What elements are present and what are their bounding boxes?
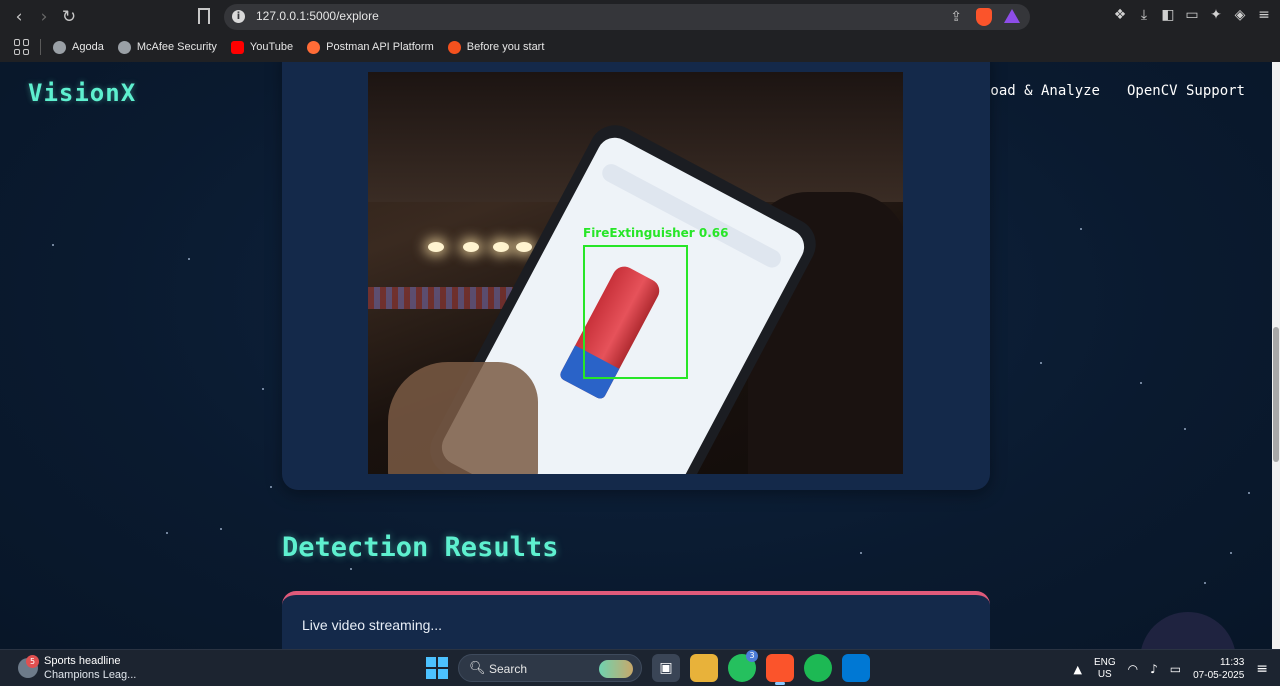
news-title: Sports headline (44, 655, 121, 667)
clock-time: 11:33 (1219, 657, 1245, 668)
video-stream: FireExtinguisher 0.66 (368, 72, 903, 474)
brave-browser-icon[interactable] (766, 654, 794, 685)
share-icon[interactable]: ⇪ (950, 9, 962, 25)
address-url[interactable]: 127.0.0.1:5000/explore (256, 9, 379, 23)
results-status: Live video streaming... (302, 617, 443, 633)
forward-icon[interactable]: › (33, 6, 55, 28)
results-heading: Detection Results (282, 532, 559, 563)
show-hidden-icons-icon[interactable]: ▲ (1073, 663, 1081, 676)
windows-start-icon[interactable] (426, 657, 448, 679)
nav-opencv-support[interactable]: OpenCV Support (1127, 83, 1245, 99)
search-placeholder: Search (489, 662, 528, 676)
notifications-icon[interactable]: ≡ (1256, 661, 1268, 677)
windows-taskbar: 5 Sports headline Champions Leag... 🔍︎ S… (0, 649, 1280, 686)
bookmark-before-you-start[interactable]: Before you start (447, 40, 545, 54)
postman-icon (307, 40, 321, 54)
file-explorer-icon[interactable] (690, 654, 718, 682)
youtube-icon (230, 40, 244, 54)
browser-right-tools: ❖ ⤓ ◧ ▭ ✦ ◈ ≡ (1112, 7, 1272, 27)
news-widget[interactable]: 5 Sports headline Champions Leag... (18, 654, 136, 682)
downloads-icon[interactable]: ⤓ (1136, 7, 1152, 23)
clock[interactable]: 11:33 07-05-2025 (1193, 656, 1244, 682)
search-icon: 🔍︎ (469, 661, 486, 676)
apps-grid-icon[interactable] (14, 39, 30, 55)
bookmark-youtube[interactable]: YouTube (230, 40, 294, 54)
extensions-icon[interactable]: ❖ (1112, 7, 1128, 23)
bookmark-label: Before you start (466, 41, 545, 53)
vpn-icon[interactable]: ◈ (1232, 7, 1248, 23)
volume-icon[interactable]: ♪ (1150, 662, 1158, 676)
bookmark-label: McAfee Security (136, 41, 217, 53)
results-card: Live video streaming... (282, 591, 990, 649)
bookmark-page-icon[interactable] (198, 8, 210, 24)
search-highlight-icon (599, 660, 633, 678)
bookmark-agoda[interactable]: Agoda (53, 40, 104, 54)
whatsapp-icon[interactable]: 3 (728, 650, 758, 682)
bookmark-label: Postman API Platform (326, 41, 434, 53)
page-scrollbar[interactable] (1272, 62, 1280, 649)
system-tray: ▲ ENG US ◠ ♪ ▭ 11:33 07-05-2025 ≡ (1073, 656, 1268, 682)
page-viewport: VisionX Upload & Analyze OpenCV Support … (0, 62, 1272, 649)
vscode-icon[interactable] (842, 654, 870, 682)
taskbar-search[interactable]: 🔍︎ Search (458, 654, 642, 682)
browser-toolbar: ‹ › ↻ i 127.0.0.1:5000/explore ⇪ ❖ ⤓ ◧ ▭… (0, 0, 1280, 34)
wallet-icon[interactable]: ▭ (1184, 7, 1200, 23)
news-badge: 5 (26, 655, 39, 668)
clock-date: 07-05-2025 (1193, 670, 1245, 681)
taskbar-apps: 🔍︎ Search ▣ 3 (426, 650, 870, 685)
bookmark-label: Agoda (72, 41, 104, 53)
brave-logo-icon (447, 40, 461, 54)
language-indicator[interactable]: ENG US (1094, 657, 1116, 681)
brave-shields-icon[interactable] (976, 8, 992, 26)
browser-chrome: ‹ › ↻ i 127.0.0.1:5000/explore ⇪ ❖ ⤓ ◧ ▭… (0, 0, 1280, 62)
site-logo[interactable]: VisionX (28, 79, 136, 107)
sidebar-icon[interactable]: ◧ (1160, 7, 1176, 23)
bookmark-label: YouTube (249, 41, 294, 53)
globe-icon (117, 40, 131, 54)
leo-ai-icon[interactable]: ✦ (1208, 7, 1224, 23)
menu-icon[interactable]: ≡ (1256, 7, 1272, 23)
reload-icon[interactable]: ↻ (58, 6, 80, 28)
bookmarks-separator (40, 39, 41, 55)
bookmark-postman[interactable]: Postman API Platform (307, 40, 434, 54)
brave-rewards-icon[interactable] (1004, 9, 1020, 23)
back-icon[interactable]: ‹ (8, 6, 30, 28)
spotify-icon[interactable] (804, 654, 832, 682)
globe-icon (53, 40, 66, 54)
scrollbar-thumb[interactable] (1273, 327, 1279, 462)
detection-bounding-box (583, 245, 688, 379)
battery-icon[interactable]: ▭ (1170, 662, 1181, 676)
news-icon: 5 (18, 655, 39, 678)
address-bar[interactable]: i 127.0.0.1:5000/explore ⇪ (224, 4, 1030, 30)
decorative-circle (1140, 612, 1236, 649)
detection-label: FireExtinguisher 0.66 (583, 226, 729, 240)
task-view-icon[interactable]: ▣ (652, 654, 680, 682)
bookmarks-bar: Agoda McAfee Security YouTube Postman AP… (0, 34, 1280, 60)
wifi-icon[interactable]: ◠ (1128, 662, 1138, 676)
site-info-icon[interactable]: i (232, 10, 245, 23)
whatsapp-badge: 3 (746, 650, 758, 662)
video-card: FireExtinguisher 0.66 (282, 62, 990, 490)
bookmark-mcafee[interactable]: McAfee Security (117, 40, 217, 54)
news-subtitle: Champions Leag... (44, 669, 137, 681)
site-nav: Upload & Analyze OpenCV Support (965, 83, 1245, 99)
